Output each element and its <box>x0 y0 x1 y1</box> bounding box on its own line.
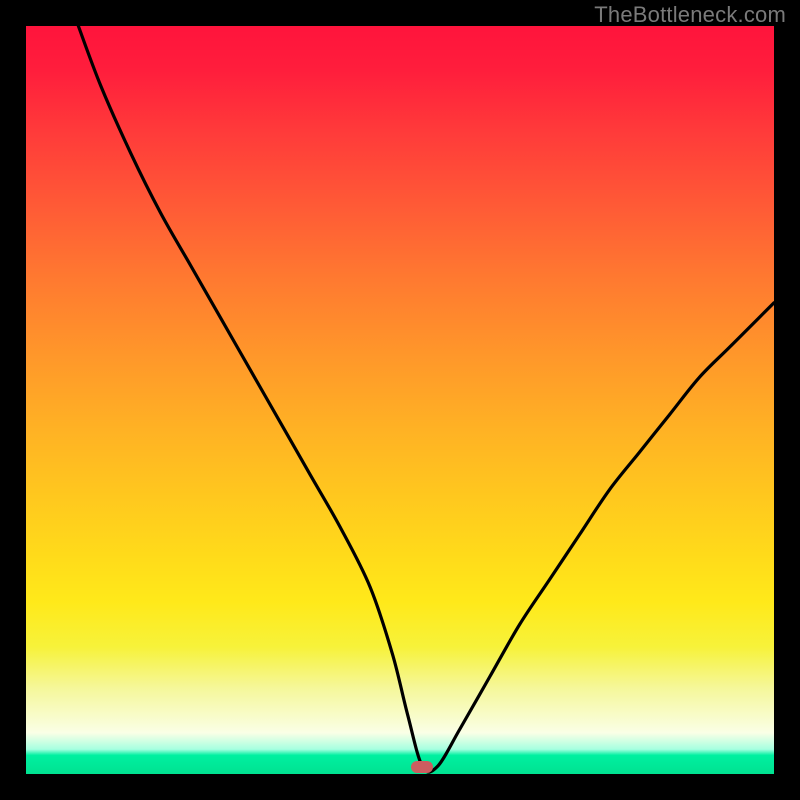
plot-area <box>26 26 774 774</box>
watermark-text: TheBottleneck.com <box>594 2 786 28</box>
bottleneck-curve <box>26 26 774 774</box>
chart-frame: TheBottleneck.com <box>0 0 800 800</box>
optimal-marker <box>411 761 433 773</box>
